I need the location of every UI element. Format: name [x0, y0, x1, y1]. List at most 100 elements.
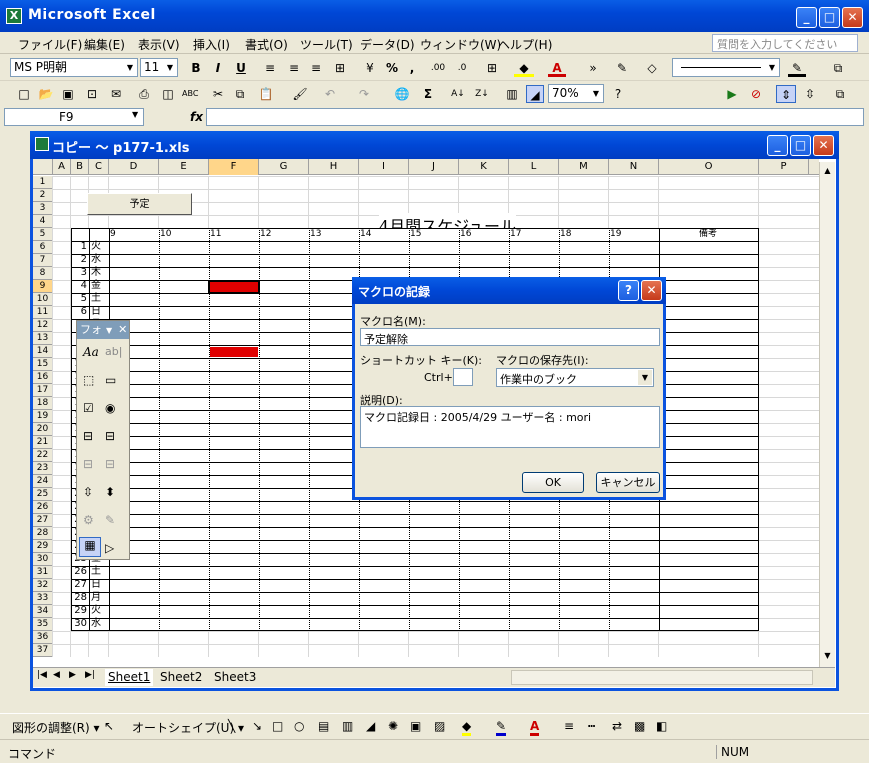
undo-icon[interactable]: ↶	[322, 85, 338, 103]
menu-data[interactable]: データ(D)	[360, 36, 415, 53]
horizontal-scrollbar[interactable]	[511, 670, 813, 685]
scroll-bar-icon[interactable]: ⇳	[83, 485, 93, 499]
vertical-scrollbar[interactable]: ▲ ▼	[819, 162, 835, 667]
fill-color-icon[interactable]: ◆	[514, 59, 534, 77]
shortcut-key-input[interactable]	[453, 368, 473, 386]
row-header-3[interactable]: 3	[33, 202, 53, 215]
scheduled-block-selected[interactable]	[208, 280, 260, 294]
bold-button[interactable]: B	[188, 59, 204, 77]
menu-tools[interactable]: ツール(T)	[300, 36, 353, 53]
row-header-16[interactable]: 16	[33, 371, 53, 384]
chevron-down-icon[interactable]: ▼	[132, 110, 138, 119]
save-icon[interactable]: ▣	[60, 85, 76, 103]
oval-icon[interactable]: ○	[294, 719, 304, 733]
tab-first-icon[interactable]: |◀	[37, 670, 47, 680]
scheduled-block[interactable]	[210, 347, 258, 357]
eraser-icon[interactable]: ◇	[644, 59, 660, 77]
spinner-icon[interactable]: ⬍	[105, 485, 115, 499]
row-header-29[interactable]: 29	[33, 540, 53, 553]
menu-file[interactable]: ファイル(F)	[18, 36, 82, 53]
ask-question-box[interactable]: 質問を入力してください	[712, 34, 858, 52]
row-header-6[interactable]: 6	[33, 241, 53, 254]
vertical-textbox-icon[interactable]: ▥	[342, 719, 353, 733]
row-header-4[interactable]: 4	[33, 215, 53, 228]
percent-button[interactable]: %	[384, 59, 400, 77]
italic-button[interactable]: I	[210, 59, 226, 77]
freeze-icon[interactable]: ⇕	[776, 85, 796, 103]
textbox-icon[interactable]: ▤	[318, 719, 329, 733]
row-header-11[interactable]: 11	[33, 306, 53, 319]
spelling-icon[interactable]: ABC	[182, 85, 198, 103]
3d-icon[interactable]: ◧	[656, 719, 667, 733]
zoom-select[interactable]: 70% ▼	[548, 84, 604, 103]
ok-button[interactable]: OK	[522, 472, 584, 493]
font-size-select[interactable]: 11 ▼	[140, 58, 178, 77]
align-left-icon[interactable]: ≡	[262, 59, 278, 77]
tab-sheet3[interactable]: Sheet3	[211, 669, 259, 686]
copy-icon[interactable]: ⧉	[232, 85, 248, 103]
row-header-15[interactable]: 15	[33, 358, 53, 371]
tab-prev-icon[interactable]: ◀	[53, 670, 60, 680]
combo-list-edit-icon[interactable]: ⊟	[83, 457, 93, 471]
underline-button[interactable]: U	[233, 59, 249, 77]
name-box[interactable]: F9	[4, 108, 144, 126]
menu-window[interactable]: ウィンドウ(W)	[420, 36, 501, 53]
merge-center-icon[interactable]: ⊞	[332, 59, 348, 77]
list-box-icon[interactable]: ⊟	[83, 429, 93, 443]
forms-toolbar-title[interactable]: フォ ▼ ✕	[77, 321, 129, 339]
combo-box-icon[interactable]: ⊟	[105, 429, 115, 443]
redo-icon[interactable]: ↷	[356, 85, 372, 103]
row-header-25[interactable]: 25	[33, 488, 53, 501]
row-header-1[interactable]: 1	[33, 176, 53, 189]
help-button[interactable]: ?	[610, 85, 626, 103]
dash-style-icon[interactable]: ┅	[588, 719, 595, 733]
rectangle-icon[interactable]: □	[272, 719, 283, 733]
cancel-button[interactable]: キャンセル	[596, 472, 660, 493]
hyperlink-icon[interactable]: 🌐	[394, 85, 410, 103]
checkbox-icon[interactable]: ☑	[83, 401, 94, 415]
row-header-22[interactable]: 22	[33, 449, 53, 462]
tab-next-icon[interactable]: ▶	[69, 670, 76, 680]
row-header-19[interactable]: 19	[33, 410, 53, 423]
row-header-33[interactable]: 33	[33, 592, 53, 605]
picture-icon[interactable]: ▨	[434, 719, 445, 733]
sort-ascending-icon[interactable]: A↓	[450, 85, 466, 103]
row-header-30[interactable]: 30	[33, 553, 53, 566]
draw-menu[interactable]: 図形の調整(R) ▾	[12, 719, 100, 736]
menu-help[interactable]: ヘルプ(H)	[498, 36, 552, 53]
row-header-9[interactable]: 9	[33, 280, 53, 293]
tab-sheet1[interactable]: Sheet1	[105, 669, 154, 686]
scroll-down-icon[interactable]: ▼	[821, 649, 834, 663]
dialog-help-button[interactable]: ?	[618, 280, 639, 301]
row-header-12[interactable]: 12	[33, 319, 53, 332]
row-header-23[interactable]: 23	[33, 462, 53, 475]
wb-minimize-button[interactable]: _	[767, 135, 788, 156]
borders-icon[interactable]: ⊞	[484, 59, 500, 77]
new-icon[interactable]: □	[16, 85, 32, 103]
option-button-icon[interactable]: ◉	[105, 401, 115, 415]
currency-icon[interactable]: ¥	[362, 59, 378, 77]
row-header-13[interactable]: 13	[33, 332, 53, 345]
row-header-14[interactable]: 14	[33, 345, 53, 358]
formula-input[interactable]	[206, 108, 864, 126]
button-control-icon[interactable]: ▭	[105, 373, 116, 387]
row-header-20[interactable]: 20	[33, 423, 53, 436]
row-header-37[interactable]: 37	[33, 644, 53, 657]
wb-maximize-button[interactable]: □	[790, 135, 811, 156]
permission-icon[interactable]: ⊡	[84, 85, 100, 103]
row-header-18[interactable]: 18	[33, 397, 53, 410]
align-right-icon[interactable]: ≡	[308, 59, 324, 77]
print-preview-icon[interactable]: ◫	[160, 85, 176, 103]
run-macro-icon[interactable]: ▶	[724, 85, 740, 103]
row-header-21[interactable]: 21	[33, 436, 53, 449]
menu-format[interactable]: 書式(O)	[245, 36, 288, 53]
close-button[interactable]: ✕	[842, 7, 863, 28]
decrease-decimal-icon[interactable]: .0	[452, 59, 472, 77]
font-color-icon[interactable]: A	[548, 59, 566, 77]
row-header-5[interactable]: 5	[33, 228, 53, 241]
paste-icon[interactable]: 📋	[256, 85, 276, 103]
scroll-up-icon[interactable]: ▲	[821, 164, 834, 178]
print-icon[interactable]: ⎙	[136, 85, 152, 103]
comma-button[interactable]: ,	[406, 59, 418, 77]
macro-name-input[interactable]: 予定解除	[360, 328, 660, 346]
